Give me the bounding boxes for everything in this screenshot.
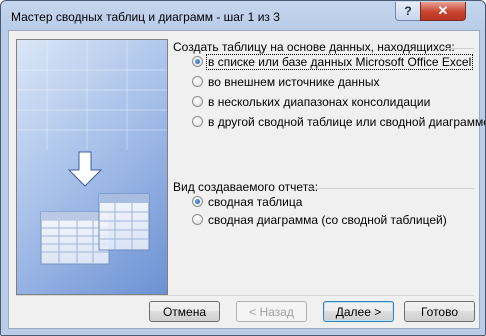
cancel-button[interactable]: Отмена [149,301,220,322]
data-source-group-label: Создать таблицу на основе данных, находя… [173,40,455,54]
close-icon: ✕ [437,3,449,18]
report-type-group-label: Вид создаваемого отчета: [173,180,319,194]
illustration-graphic [17,40,167,265]
close-button[interactable]: ✕ [420,2,466,21]
finish-button[interactable]: Готово [404,301,475,322]
help-button[interactable]: ? [395,2,421,21]
arrow-down-icon [67,151,103,187]
wizard-illustration [16,39,168,295]
radio-button[interactable] [192,76,203,87]
group-divider [309,188,474,189]
radio-label[interactable]: во внешнем источнике данных [208,75,379,89]
title-bar[interactable]: Мастер сводных таблиц и диаграмм - шаг 1… [1,1,485,31]
group-divider [440,48,474,49]
button-separator [16,295,474,296]
radio-label[interactable]: сводная таблица [208,195,302,209]
radio-button-checked[interactable] [192,56,203,67]
window-title: Мастер сводных таблиц и диаграмм - шаг 1… [11,10,280,24]
radio-label[interactable]: сводная диаграмма (со сводной таблицей) [208,213,447,227]
dialog-body: Создать таблицу на основе данных, находя… [8,30,485,329]
back-button[interactable]: < Назад [236,301,307,322]
radio-label[interactable]: в другой сводной таблице или сводной диа… [208,115,485,129]
radio-button-checked[interactable] [192,196,203,207]
radio-button[interactable] [192,96,203,107]
radio-label[interactable]: в нескольких диапазонах консолидации [208,95,430,109]
pivot-sheet-icon [98,193,150,251]
wizard-window: Мастер сводных таблиц и диаграмм - шаг 1… [0,0,486,336]
radio-button[interactable] [192,116,203,127]
radio-button[interactable] [192,214,203,225]
next-button[interactable]: Далее > [323,301,394,322]
radio-label[interactable]: в списке или базе данных Microsoft Offic… [205,54,474,70]
